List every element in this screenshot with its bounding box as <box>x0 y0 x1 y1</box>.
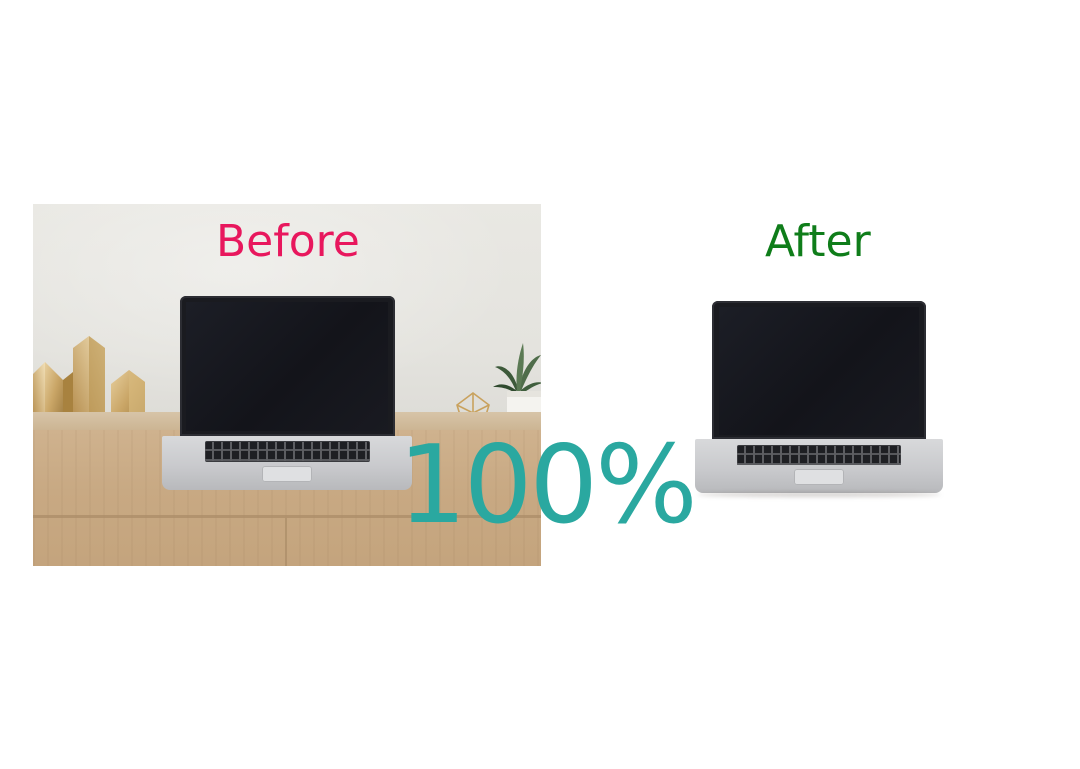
before-laptop <box>162 296 412 490</box>
laptop-base <box>695 439 943 493</box>
laptop-screen <box>179 296 395 436</box>
after-label: After <box>765 216 871 267</box>
after-laptop <box>695 301 943 497</box>
before-label: Before <box>216 216 360 267</box>
laptop-trackpad <box>794 469 844 486</box>
laptop-keyboard <box>204 441 370 462</box>
laptop-screen <box>712 301 926 440</box>
laptop-shadow <box>697 492 941 497</box>
desk-split <box>285 518 287 566</box>
percent-label: 100% <box>398 423 698 548</box>
laptop-trackpad <box>262 466 312 483</box>
laptop-keyboard <box>737 444 901 466</box>
comparison-canvas: Before After 100% <box>0 0 1080 769</box>
laptop-base <box>162 435 412 490</box>
